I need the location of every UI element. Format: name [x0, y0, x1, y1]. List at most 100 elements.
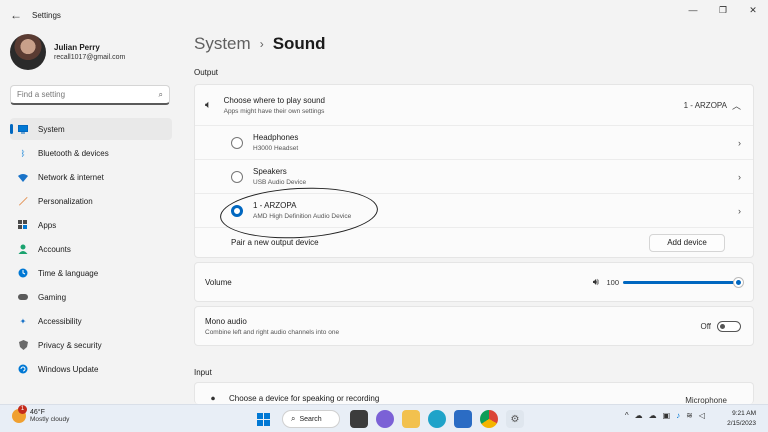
- sidebar-item-label: Time & language: [38, 268, 99, 278]
- minimize-icon[interactable]: —: [678, 0, 708, 20]
- sidebar-item-accessibility[interactable]: ✦ Accessibility: [10, 310, 172, 332]
- window-title: Settings: [32, 10, 61, 20]
- sidebar-item-windows-update[interactable]: Windows Update: [10, 358, 172, 380]
- clock-date: 2/15/2023: [727, 420, 756, 427]
- mono-audio-card: Mono audio Combine left and right audio …: [194, 306, 754, 346]
- back-arrow-icon[interactable]: ←: [2, 8, 30, 22]
- radio-headphones[interactable]: [231, 136, 243, 149]
- volume-card: Volume 🔊︎ 100: [194, 262, 754, 302]
- taskbar-search-label: Search: [299, 415, 322, 423]
- store-icon[interactable]: [454, 410, 472, 428]
- chevron-up-icon[interactable]: ^: [625, 411, 629, 420]
- output-devices-card: 🔈︎ Choose where to play sound Apps might…: [194, 84, 754, 258]
- onedrive-icon[interactable]: ☁: [649, 411, 657, 420]
- selected-input: Microphone: [685, 396, 727, 404]
- microphone-icon: ⏺︎: [211, 394, 215, 403]
- sidebar-item-system[interactable]: System: [10, 118, 172, 140]
- sidebar-item-label: Windows Update: [38, 364, 99, 374]
- taskbar-clock[interactable]: 9:21 AM 2/15/2023: [727, 409, 756, 429]
- volume-icon[interactable]: 🔊︎: [593, 277, 599, 288]
- sidebar-item-label: Bluetooth & devices: [38, 148, 109, 158]
- profile-email: recall1017@gmail.com: [54, 54, 126, 61]
- edge-icon[interactable]: [428, 410, 446, 428]
- sidebar-item-accounts[interactable]: Accounts: [10, 238, 172, 260]
- mono-audio-state: Off: [700, 321, 711, 331]
- cloud-icon[interactable]: ☁: [635, 411, 643, 420]
- search-input[interactable]: [17, 90, 159, 99]
- maximize-icon[interactable]: ❐: [708, 0, 738, 20]
- device-name: Speakers: [253, 167, 287, 176]
- device-detail: AMD High Definition Audio Device: [253, 213, 352, 220]
- weather-widget[interactable]: 1 46°F Mostly cloudy: [12, 405, 70, 423]
- weather-icon: 1: [12, 405, 27, 423]
- volume-slider-thumb[interactable]: [734, 278, 743, 287]
- weather-condition: Mostly cloudy: [30, 416, 70, 423]
- speaker-icon: 🔈︎: [205, 98, 212, 111]
- update-icon: [18, 364, 28, 374]
- add-device-button[interactable]: Add device: [649, 233, 725, 252]
- device-row-arzopa[interactable]: 1 - ARZOPA AMD High Definition Audio Dev…: [195, 193, 753, 227]
- chat-icon[interactable]: [376, 410, 394, 428]
- chrome-icon[interactable]: [480, 410, 498, 428]
- device-detail: USB Audio Device: [253, 179, 307, 186]
- breadcrumb-parent[interactable]: System: [194, 34, 251, 54]
- search-icon[interactable]: ⌕: [159, 90, 163, 100]
- sidebar-item-label: Apps: [38, 220, 57, 230]
- sidebar-item-network[interactable]: Network & internet: [10, 166, 172, 188]
- clock-time: 9:21 AM: [732, 410, 756, 417]
- microphone-icon[interactable]: ♪: [676, 411, 680, 420]
- device-row-headphones[interactable]: Headphones H3000 Headset ›: [195, 125, 753, 159]
- radio-speakers[interactable]: [231, 170, 243, 183]
- breadcrumb: System › Sound: [194, 34, 326, 54]
- volume-icon[interactable]: ◁: [699, 411, 705, 420]
- mono-audio-title: Mono audio: [205, 316, 247, 326]
- chevron-right-icon[interactable]: ›: [738, 172, 741, 182]
- device-detail: H3000 Headset: [253, 145, 299, 152]
- output-heading: Output: [194, 68, 219, 77]
- sidebar-item-label: Accounts: [38, 244, 71, 254]
- taskbar-search[interactable]: ⌕ Search: [282, 410, 340, 428]
- bluetooth-icon: ᛒ: [20, 148, 26, 158]
- folder-icon[interactable]: [402, 410, 420, 428]
- sidebar-item-label: System: [38, 124, 65, 134]
- camera-icon[interactable]: ▣: [663, 411, 671, 420]
- person-icon: [18, 244, 28, 254]
- pair-device-row: Pair a new output device Add device: [195, 227, 753, 257]
- device-row-speakers[interactable]: Speakers USB Audio Device ›: [195, 159, 753, 193]
- sidebar-item-apps[interactable]: Apps: [10, 214, 172, 236]
- sidebar-nav: System ᛒ Bluetooth & devices Network & i…: [10, 118, 172, 382]
- user-profile[interactable]: Julian Perry recall1017@gmail.com: [10, 34, 125, 70]
- wifi-icon[interactable]: ≋: [686, 411, 693, 420]
- volume-value: 100: [606, 277, 619, 287]
- choose-output-row[interactable]: 🔈︎ Choose where to play sound Apps might…: [195, 85, 753, 125]
- sidebar-item-label: Gaming: [38, 292, 67, 302]
- search-icon: ⌕: [291, 414, 296, 423]
- device-name: 1 - ARZOPA: [253, 201, 297, 210]
- globe-clock-icon: [18, 268, 28, 278]
- radio-arzopa[interactable]: [231, 204, 243, 217]
- sidebar-item-bluetooth[interactable]: ᛒ Bluetooth & devices: [10, 142, 172, 164]
- device-name: Headphones: [253, 133, 299, 142]
- chevron-right-icon[interactable]: ›: [738, 206, 741, 216]
- monitor-icon: [18, 124, 28, 134]
- choose-input-row[interactable]: ⏺︎ Choose a device for speaking or recor…: [195, 383, 753, 404]
- sidebar-item-time-language[interactable]: Time & language: [10, 262, 172, 284]
- choose-output-title: Choose where to play sound: [223, 95, 326, 105]
- sidebar-item-gaming[interactable]: Gaming: [10, 286, 172, 308]
- settings-icon[interactable]: ⚙: [506, 410, 524, 428]
- input-devices-card: ⏺︎ Choose a device for speaking or recor…: [194, 382, 754, 404]
- start-icon[interactable]: [254, 410, 272, 428]
- close-icon[interactable]: ✕: [738, 0, 768, 20]
- volume-slider[interactable]: [623, 278, 743, 287]
- mono-audio-toggle[interactable]: [717, 320, 741, 332]
- profile-name: Julian Perry: [54, 43, 100, 52]
- sidebar-item-personalization[interactable]: Personalization: [10, 190, 172, 212]
- sidebar-item-privacy[interactable]: Privacy & security: [10, 334, 172, 356]
- choose-output-subtitle: Apps might have their own settings: [223, 107, 325, 115]
- mono-audio-subtitle: Combine left and right audio channels in…: [205, 328, 340, 336]
- settings-search: ⌕: [10, 85, 170, 105]
- file-manager-icon[interactable]: [350, 410, 368, 428]
- chevron-right-icon[interactable]: ›: [738, 138, 741, 148]
- chevron-up-icon[interactable]: ︿: [732, 99, 741, 112]
- system-tray: ^ ☁ ☁ ▣ ♪ ≋ ◁: [622, 411, 708, 420]
